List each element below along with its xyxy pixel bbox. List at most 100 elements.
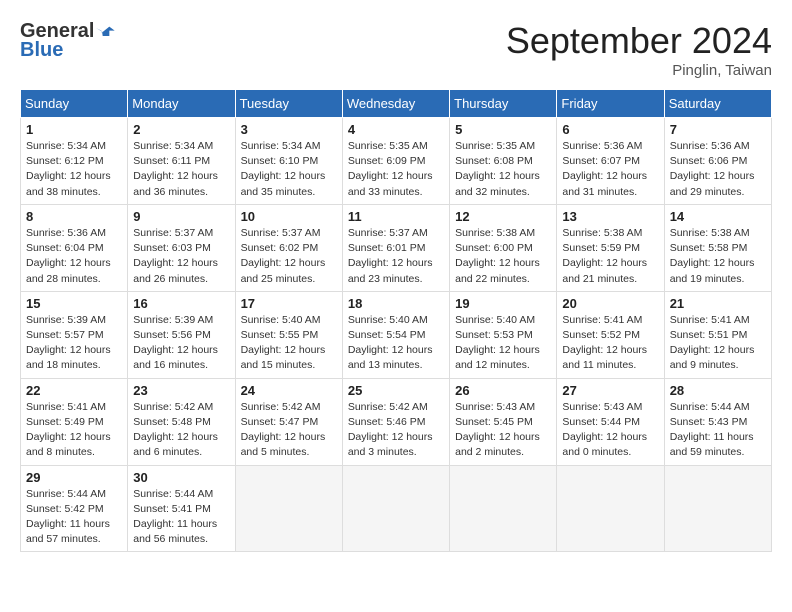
calendar-week-row: 29Sunrise: 5:44 AM Sunset: 5:42 PM Dayli…	[21, 465, 772, 552]
day-detail: Sunrise: 5:37 AM Sunset: 6:03 PM Dayligh…	[133, 226, 229, 287]
calendar-dow-thursday: Thursday	[450, 90, 557, 118]
calendar-day-cell: 24Sunrise: 5:42 AM Sunset: 5:47 PM Dayli…	[235, 378, 342, 465]
day-detail: Sunrise: 5:34 AM Sunset: 6:11 PM Dayligh…	[133, 139, 229, 200]
day-detail: Sunrise: 5:34 AM Sunset: 6:10 PM Dayligh…	[241, 139, 337, 200]
calendar-day-cell: 8 Sunrise: 5:36 AM Sunset: 6:04 PM Daylig…	[21, 204, 128, 291]
day-number: 5	[455, 122, 551, 137]
title-block: September 2024 Pinglin, Taiwan	[506, 20, 772, 79]
day-number: 13	[562, 209, 658, 224]
day-number: 27	[562, 383, 658, 398]
calendar-day-cell: 14 Sunrise: 5:38 AM Sunset: 5:58 PM Dayli…	[664, 204, 771, 291]
day-number: 3	[241, 122, 337, 137]
day-detail: Sunrise: 5:40 AM Sunset: 5:53 PM Dayligh…	[455, 313, 551, 374]
logo-blue: Blue	[20, 39, 63, 62]
page-header: General Blue September 2024 Pinglin, Tai…	[20, 20, 772, 79]
calendar-dow-sunday: Sunday	[21, 90, 128, 118]
calendar-day-cell: 16Sunrise: 5:39 AM Sunset: 5:56 PM Dayli…	[128, 291, 235, 378]
day-detail: Sunrise: 5:37 AM Sunset: 6:01 PM Dayligh…	[348, 226, 444, 287]
calendar-day-cell: 12 Sunrise: 5:38 AM Sunset: 6:00 PM Dayli…	[450, 204, 557, 291]
day-detail: Sunrise: 5:43 AM Sunset: 5:45 PM Dayligh…	[455, 400, 551, 461]
location-subtitle: Pinglin, Taiwan	[506, 62, 772, 79]
day-detail: Sunrise: 5:40 AM Sunset: 5:54 PM Dayligh…	[348, 313, 444, 374]
day-detail: Sunrise: 5:41 AM Sunset: 5:51 PM Dayligh…	[670, 313, 766, 374]
day-detail: Sunrise: 5:36 AM Sunset: 6:07 PM Dayligh…	[562, 139, 658, 200]
calendar-day-cell	[557, 465, 664, 552]
calendar-body: 1 Sunrise: 5:34 AM Sunset: 6:12 PM Daylig…	[21, 118, 772, 552]
calendar-day-cell: 30 Sunrise: 5:44 AM Sunset: 5:41 PM Dayli…	[128, 465, 235, 552]
day-number: 20	[562, 296, 658, 311]
logo-bird-icon	[96, 22, 116, 42]
day-number: 7	[670, 122, 766, 137]
day-detail: Sunrise: 5:44 AM Sunset: 5:43 PM Dayligh…	[670, 400, 766, 461]
day-number: 12	[455, 209, 551, 224]
day-number: 10	[241, 209, 337, 224]
day-number: 14	[670, 209, 766, 224]
calendar-day-cell: 29Sunrise: 5:44 AM Sunset: 5:42 PM Dayli…	[21, 465, 128, 552]
calendar-day-cell: 28Sunrise: 5:44 AM Sunset: 5:43 PM Dayli…	[664, 378, 771, 465]
day-number: 8	[26, 209, 122, 224]
calendar-week-row: 15Sunrise: 5:39 AM Sunset: 5:57 PM Dayli…	[21, 291, 772, 378]
calendar-day-cell: 1 Sunrise: 5:34 AM Sunset: 6:12 PM Daylig…	[21, 118, 128, 205]
day-detail: Sunrise: 5:38 AM Sunset: 5:59 PM Dayligh…	[562, 226, 658, 287]
calendar-day-cell: 21 Sunrise: 5:41 AM Sunset: 5:51 PM Dayli…	[664, 291, 771, 378]
calendar-day-cell: 5Sunrise: 5:35 AM Sunset: 6:08 PM Daylig…	[450, 118, 557, 205]
calendar-day-cell: 13 Sunrise: 5:38 AM Sunset: 5:59 PM Dayli…	[557, 204, 664, 291]
day-detail: Sunrise: 5:39 AM Sunset: 5:56 PM Dayligh…	[133, 313, 229, 374]
calendar-day-cell: 25Sunrise: 5:42 AM Sunset: 5:46 PM Dayli…	[342, 378, 449, 465]
day-detail: Sunrise: 5:44 AM Sunset: 5:42 PM Dayligh…	[26, 487, 122, 548]
day-detail: Sunrise: 5:44 AM Sunset: 5:41 PM Dayligh…	[133, 487, 229, 548]
day-number: 30	[133, 470, 229, 485]
day-number: 21	[670, 296, 766, 311]
day-detail: Sunrise: 5:41 AM Sunset: 5:52 PM Dayligh…	[562, 313, 658, 374]
logo: General Blue	[20, 20, 116, 62]
calendar-day-cell: 23 Sunrise: 5:42 AM Sunset: 5:48 PM Dayli…	[128, 378, 235, 465]
calendar-day-cell	[664, 465, 771, 552]
calendar-week-row: 22Sunrise: 5:41 AM Sunset: 5:49 PM Dayli…	[21, 378, 772, 465]
day-number: 18	[348, 296, 444, 311]
day-detail: Sunrise: 5:42 AM Sunset: 5:47 PM Dayligh…	[241, 400, 337, 461]
day-detail: Sunrise: 5:34 AM Sunset: 6:12 PM Dayligh…	[26, 139, 122, 200]
day-detail: Sunrise: 5:38 AM Sunset: 5:58 PM Dayligh…	[670, 226, 766, 287]
calendar-dow-friday: Friday	[557, 90, 664, 118]
day-number: 6	[562, 122, 658, 137]
day-number: 17	[241, 296, 337, 311]
day-number: 4	[348, 122, 444, 137]
day-detail: Sunrise: 5:42 AM Sunset: 5:48 PM Dayligh…	[133, 400, 229, 461]
day-detail: Sunrise: 5:36 AM Sunset: 6:06 PM Dayligh…	[670, 139, 766, 200]
day-number: 26	[455, 383, 551, 398]
calendar-week-row: 8 Sunrise: 5:36 AM Sunset: 6:04 PM Daylig…	[21, 204, 772, 291]
calendar-day-cell	[235, 465, 342, 552]
month-title: September 2024	[506, 20, 772, 62]
day-number: 9	[133, 209, 229, 224]
calendar-day-cell: 22Sunrise: 5:41 AM Sunset: 5:49 PM Dayli…	[21, 378, 128, 465]
calendar-day-cell: 3 Sunrise: 5:34 AM Sunset: 6:10 PM Daylig…	[235, 118, 342, 205]
calendar-day-cell: 26 Sunrise: 5:43 AM Sunset: 5:45 PM Dayli…	[450, 378, 557, 465]
calendar-day-cell: 9 Sunrise: 5:37 AM Sunset: 6:03 PM Daylig…	[128, 204, 235, 291]
calendar-day-cell: 20 Sunrise: 5:41 AM Sunset: 5:52 PM Dayli…	[557, 291, 664, 378]
calendar-table: SundayMondayTuesdayWednesdayThursdayFrid…	[20, 89, 772, 552]
calendar-day-cell: 6 Sunrise: 5:36 AM Sunset: 6:07 PM Daylig…	[557, 118, 664, 205]
calendar-day-cell	[342, 465, 449, 552]
calendar-day-cell: 17Sunrise: 5:40 AM Sunset: 5:55 PM Dayli…	[235, 291, 342, 378]
calendar-dow-wednesday: Wednesday	[342, 90, 449, 118]
calendar-day-cell: 4 Sunrise: 5:35 AM Sunset: 6:09 PM Daylig…	[342, 118, 449, 205]
calendar-week-row: 1 Sunrise: 5:34 AM Sunset: 6:12 PM Daylig…	[21, 118, 772, 205]
calendar-day-cell: 19Sunrise: 5:40 AM Sunset: 5:53 PM Dayli…	[450, 291, 557, 378]
day-number: 1	[26, 122, 122, 137]
calendar-dow-tuesday: Tuesday	[235, 90, 342, 118]
day-number: 11	[348, 209, 444, 224]
day-detail: Sunrise: 5:43 AM Sunset: 5:44 PM Dayligh…	[562, 400, 658, 461]
day-detail: Sunrise: 5:38 AM Sunset: 6:00 PM Dayligh…	[455, 226, 551, 287]
day-number: 23	[133, 383, 229, 398]
calendar-day-cell: 2 Sunrise: 5:34 AM Sunset: 6:11 PM Daylig…	[128, 118, 235, 205]
day-number: 2	[133, 122, 229, 137]
day-detail: Sunrise: 5:35 AM Sunset: 6:09 PM Dayligh…	[348, 139, 444, 200]
day-detail: Sunrise: 5:37 AM Sunset: 6:02 PM Dayligh…	[241, 226, 337, 287]
day-detail: Sunrise: 5:36 AM Sunset: 6:04 PM Dayligh…	[26, 226, 122, 287]
calendar-day-cell: 11 Sunrise: 5:37 AM Sunset: 6:01 PM Dayli…	[342, 204, 449, 291]
day-detail: Sunrise: 5:42 AM Sunset: 5:46 PM Dayligh…	[348, 400, 444, 461]
calendar-day-cell: 18 Sunrise: 5:40 AM Sunset: 5:54 PM Dayli…	[342, 291, 449, 378]
day-detail: Sunrise: 5:39 AM Sunset: 5:57 PM Dayligh…	[26, 313, 122, 374]
calendar-dow-monday: Monday	[128, 90, 235, 118]
calendar-dow-saturday: Saturday	[664, 90, 771, 118]
